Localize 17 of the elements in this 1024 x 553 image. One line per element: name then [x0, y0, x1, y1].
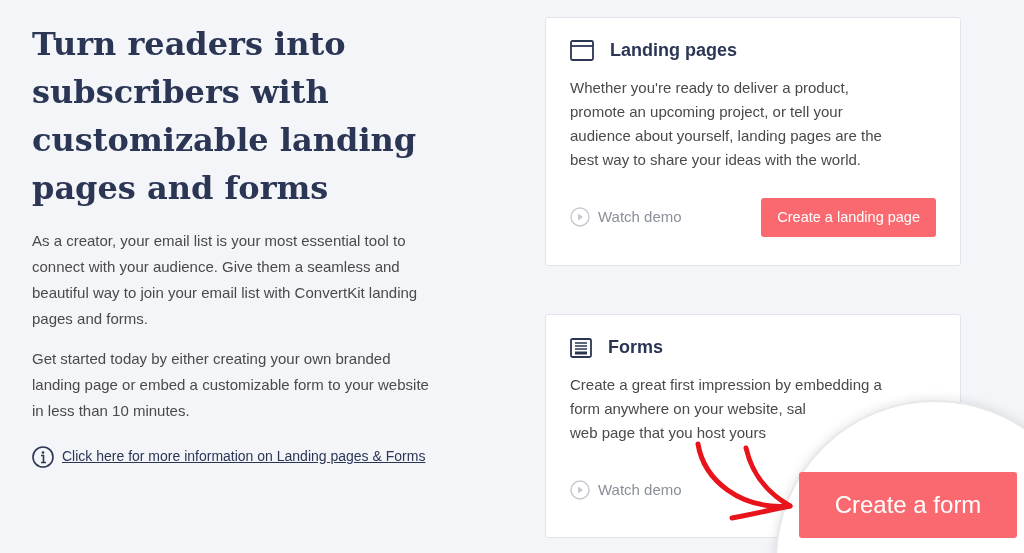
form-icon [570, 338, 592, 359]
browser-window-icon [570, 40, 594, 62]
play-icon [570, 479, 590, 500]
info-icon [32, 446, 54, 468]
play-icon [570, 207, 590, 228]
watch-demo-link[interactable]: Watch demo [570, 206, 682, 229]
card-title: Landing pages [610, 40, 737, 62]
watch-demo-link[interactable]: Watch demo [570, 478, 682, 502]
intro-paragraph: As a creator, your email list is your most essential tool to connect with your audience. Give them a seamless and beautiful way to join your email list with ConvertKit landing pages and forms. [32, 231, 419, 329]
card-title: Forms [608, 337, 663, 359]
create-button[interactable]: Create a landing page [761, 197, 936, 238]
card-description: Whether you're ready to deliver a product, promote an upcoming project, or tell your audience about yourself, landing pages are the best way to share your ideas with the world. [570, 77, 883, 170]
intro-paragraph: Get started today by either creating your own branded landing page or embed a customizable form to your website in less than 10 minutes. [32, 349, 430, 421]
page-heading: Turn readers into subscribers with customizable landing pages and forms [32, 24, 418, 209]
info-link[interactable]: Click here for more information on Landing pages & Forms [62, 446, 426, 466]
create-form-button[interactable]: Create a form [799, 472, 1017, 538]
card-description: Create a great first impression by embedding a form anywhere on your website, sal web page that you host yours [570, 374, 883, 443]
